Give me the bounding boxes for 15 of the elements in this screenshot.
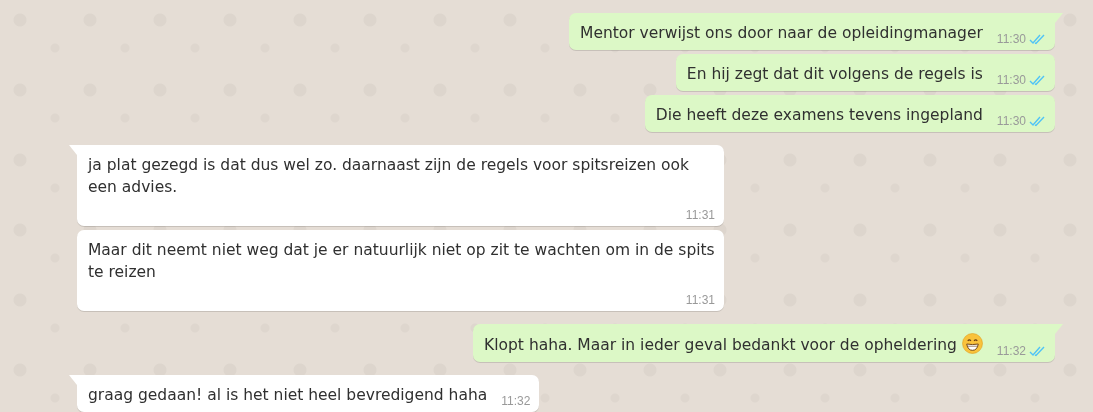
message-text: Die heeft deze examens tevens ingepland <box>655 105 983 126</box>
message-text: ja plat gezegd is dat dus wel zo. daarnaast zijn de regels voor spitsreizen ook een advies. <box>88 155 690 198</box>
message-text: graag gedaan! al is het niet heel bevredigend haha <box>88 385 488 406</box>
message-time: 11:30 <box>996 73 1026 87</box>
message-text: En hij zegt dat dit volgens de regels is <box>686 64 983 85</box>
grin-emoji-icon <box>961 333 983 354</box>
message-time: 11:31 <box>685 293 715 307</box>
message-time: 11:30 <box>996 32 1026 46</box>
message-time: 11:30 <box>996 114 1026 128</box>
message-text: Maar dit neemt niet weg dat je er natuurlijk niet op zit te wachten om in de spits te reizen <box>88 240 715 283</box>
message-time: 11:31 <box>685 208 715 222</box>
message-text: Mentor verwijst ons door naar de opleidingmanager <box>580 23 983 44</box>
message-time: 11:32 <box>501 394 531 408</box>
message-time: 11:32 <box>996 344 1026 358</box>
message-text: Klopt haha. Maar in ieder geval bedankt voor de opheldering <box>484 332 983 356</box>
